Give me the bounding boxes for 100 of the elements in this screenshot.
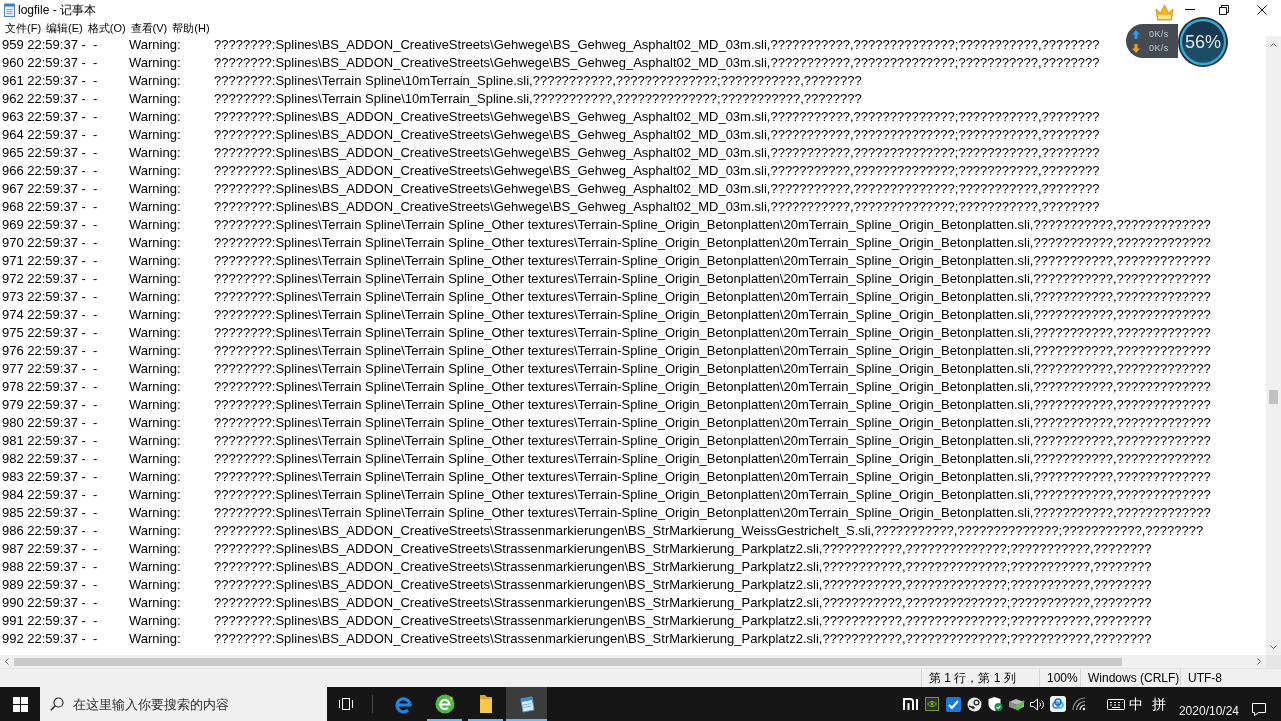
log-prefix: 986 22:59:37 - - (2, 522, 98, 540)
speed-widget[interactable]: 0K/s 0K/s (1126, 24, 1178, 58)
log-message: ????????:Splines\Terrain Spline\Terrain Spline_Other textures\Terrain-Spline_Origin_Betonplatten\20mTerrain_Spline_Origin_Betonplatten.sli,???????????,????????????? (214, 450, 1211, 468)
log-level: Warning: (129, 468, 181, 486)
log-prefix: 983 22:59:37 - - (2, 468, 98, 486)
log-prefix: 972 22:59:37 - - (2, 270, 98, 288)
log-level: Warning: (129, 324, 181, 342)
log-message: ????????:Splines\Terrain Spline\Terrain Spline_Other textures\Terrain-Spline_Origin_Betonplatten\20mTerrain_Spline_Origin_Betonplatten.sli,???????????,????????????? (214, 378, 1211, 396)
log-level: Warning: (129, 576, 181, 594)
log-prefix: 984 22:59:37 - - (2, 486, 98, 504)
chevron-down-icon[interactable] (1270, 644, 1277, 649)
log-prefix: 973 22:59:37 - - (2, 288, 98, 306)
log-level: Warning: (129, 540, 181, 558)
log-level: Warning: (129, 180, 181, 198)
memory-gauge[interactable] (1178, 17, 1228, 67)
log-level: Warning: (129, 612, 181, 630)
log-message: ????????:Splines\Terrain Spline\Terrain Spline_Other textures\Terrain-Spline_Origin_Betonplatten\20mTerrain_Spline_Origin_Betonplatten.sli,???????????,????????????? (214, 270, 1211, 288)
log-level: Warning: (129, 90, 181, 108)
restore-icon (1219, 4, 1229, 15)
input-mode-indicator[interactable]: 中 (1125, 695, 1146, 713)
log-level: Warning: (129, 396, 181, 414)
log-level: Warning: (129, 306, 181, 324)
log-message: ????????:Splines\BS_ADDON_CreativeStreets\Gehwege\BS_Gehweg_Asphalt02_MD_03m.sli,???????????,??????????????;???????????,???????? (214, 180, 1100, 198)
log-message: ????????:Splines\Terrain Spline\Terrain Spline_Other textures\Terrain-Spline_Origin_Betonplatten\20mTerrain_Spline_Origin_Betonplatten.sli,???????????,????????????? (214, 306, 1211, 324)
chevron-up-icon[interactable] (1270, 42, 1277, 47)
log-level: Warning: (129, 270, 181, 288)
log-prefix: 965 22:59:37 - - (2, 144, 98, 162)
log-prefix: 961 22:59:37 - - (2, 72, 98, 90)
log-message: ????????:Splines\Terrain Spline\10mTerrain_Spline.sli,???????????,??????????????;???????????,???????? (214, 90, 862, 108)
log-message: ????????:Splines\BS_ADDON_CreativeStreets\Strassenmarkierungen\BS_StrMarkierung_Parkplatz2.sli,???????????,??????????????;???????????,???????? (214, 540, 1152, 558)
log-level: Warning: (129, 558, 181, 576)
chevron-left-icon[interactable] (5, 658, 9, 665)
log-level: Warning: (129, 54, 181, 72)
close-icon (1257, 4, 1267, 15)
search-bar[interactable]: 在这里输入你要搜索的内容 (40, 687, 327, 721)
log-prefix: 991 22:59:37 - - (2, 612, 98, 630)
horizontal-scrollbar[interactable] (0, 655, 1266, 668)
scrollbar-thumb[interactable] (14, 657, 1122, 666)
log-prefix: 975 22:59:37 - - (2, 324, 98, 342)
log-message: ????????:Splines\Terrain Spline\Terrain Spline_Other textures\Terrain-Spline_Origin_Betonplatten\20mTerrain_Spline_Origin_Betonplatten.sli,???????????,????????????? (214, 396, 1211, 414)
log-level: Warning: (129, 414, 181, 432)
taskbar-app-button[interactable] (506, 687, 547, 721)
log-message: ????????:Splines\BS_ADDON_CreativeStreets\Strassenmarkierungen\BS_StrMarkierung_Parkplatz2.sli,???????????,??????????????;???????????,???????? (214, 630, 1152, 648)
log-message: ????????:Splines\Terrain Spline\Terrain Spline_Other textures\Terrain-Spline_Origin_Betonplatten\20mTerrain_Spline_Origin_Betonplatten.sli,???????????,????????????? (214, 234, 1211, 252)
log-prefix: 974 22:59:37 - - (2, 306, 98, 324)
menu-item[interactable]: 帮助(H) (172, 20, 210, 35)
log-message: ????????:Splines\Terrain Spline\Terrain Spline_Other textures\Terrain-Spline_Origin_Betonplatten\20mTerrain_Spline_Origin_Betonplatten.sli,???????????,????????????? (214, 360, 1211, 378)
log-level: Warning: (129, 198, 181, 216)
log-message: ????????:Splines\Terrain Spline\Terrain Spline_Other textures\Terrain-Spline_Origin_Betonplatten\20mTerrain_Spline_Origin_Betonplatten.sli,???????????,????????????? (214, 252, 1211, 270)
log-message: ????????:Splines\BS_ADDON_CreativeStreets\Gehwege\BS_Gehweg_Asphalt02_MD_03m.sli,???????????,??????????????;???????????,???????? (214, 198, 1100, 216)
log-message: ????????:Splines\Terrain Spline\Terrain Spline_Other textures\Terrain-Spline_Origin_Betonplatten\20mTerrain_Spline_Origin_Betonplatten.sli,???????????,????????????? (214, 216, 1211, 234)
menu-item[interactable]: 编辑(E) (46, 20, 83, 35)
clock-date[interactable]: 2020/10/24 (1178, 704, 1239, 718)
log-message: ????????:Splines\BS_ADDON_CreativeStreets\Gehwege\BS_Gehweg_Asphalt02_MD_03m.sli,???????????,??????????????;???????????,???????? (214, 144, 1100, 162)
log-message: ????????:Splines\BS_ADDON_CreativeStreets\Gehwege\BS_Gehweg_Asphalt02_MD_03m.sli,???????????,??????????????;???????????,???????? (214, 108, 1100, 126)
log-level: Warning: (129, 234, 181, 252)
log-prefix: 962 22:59:37 - - (2, 90, 98, 108)
log-level: Warning: (129, 72, 181, 90)
menu-item[interactable]: 格式(O) (87, 20, 126, 35)
log-message: ????????:Splines\BS_ADDON_CreativeStreets\Gehwege\BS_Gehweg_Asphalt02_MD_03m.sli,???????????,??????????????;???????????,???????? (214, 126, 1100, 144)
search-field[interactable]: 在这里输入你要搜索的内容 (73, 694, 323, 714)
ime-indicator[interactable]: 拼 (1148, 695, 1169, 713)
log-prefix: 959 22:59:37 - - (2, 36, 98, 54)
download-speed: 0K/s (1149, 42, 1169, 54)
log-level: Warning: (129, 360, 181, 378)
log-message: ????????:Splines\Terrain Spline\Terrain Spline_Other textures\Terrain-Spline_Origin_Betonplatten\20mTerrain_Spline_Origin_Betonplatten.sli,???????????,????????????? (214, 468, 1211, 486)
log-prefix: 979 22:59:37 - - (2, 396, 98, 414)
log-prefix: 981 22:59:37 - - (2, 432, 98, 450)
log-prefix: 960 22:59:37 - - (2, 54, 98, 72)
log-level: Warning: (129, 342, 181, 360)
log-prefix: 978 22:59:37 - - (2, 378, 98, 396)
log-level: Warning: (129, 432, 181, 450)
log-message: ????????:Splines\Terrain Spline\Terrain Spline_Other textures\Terrain-Spline_Origin_Betonplatten\20mTerrain_Spline_Origin_Betonplatten.sli,???????????,????????????? (214, 432, 1211, 450)
log-level: Warning: (129, 522, 181, 540)
log-message: ????????:Splines\BS_ADDON_CreativeStreets\Strassenmarkierungen\BS_StrMarkierung_Parkplatz2.sli,???????????,??????????????;???????????,???????? (214, 594, 1152, 612)
vertical-scrollbar[interactable] (1266, 36, 1281, 655)
cloud-app-icon[interactable] (1047, 695, 1069, 713)
log-prefix: 980 22:59:37 - - (2, 414, 98, 432)
log-prefix: 967 22:59:37 - - (2, 180, 98, 198)
log-prefix: 992 22:59:37 - - (2, 630, 98, 648)
chevron-right-icon[interactable] (1257, 658, 1261, 665)
log-message: ????????:Splines\BS_ADDON_CreativeStreets\Gehwege\BS_Gehweg_Asphalt02_MD_03m.sli,???????????,??????????????;???????????,???????? (214, 36, 1100, 54)
log-message: ????????:Splines\Terrain Spline\Terrain Spline_Other textures\Terrain-Spline_Origin_Betonplatten\20mTerrain_Spline_Origin_Betonplatten.sli,???????????,????????????? (214, 504, 1211, 522)
download-arrow-icon (1132, 43, 1140, 53)
log-message: ????????:Splines\Terrain Spline\Terrain Spline_Other textures\Terrain-Spline_Origin_Betonplatten\20mTerrain_Spline_Origin_Betonplatten.sli,???????????,????????????? (214, 486, 1211, 504)
menu-item[interactable]: 文件(F) (5, 20, 42, 35)
log-prefix: 970 22:59:37 - - (2, 234, 98, 252)
log-prefix: 963 22:59:37 - - (2, 108, 98, 126)
log-message: ????????:Splines\BS_ADDON_CreativeStreets\Gehwege\BS_Gehweg_Asphalt02_MD_03m.sli,???????????,??????????????;???????????,???????? (214, 54, 1100, 72)
menu-item[interactable]: 查看(V) (130, 20, 168, 35)
log-message: ????????:Splines\BS_ADDON_CreativeStreets\Gehwege\BS_Gehweg_Asphalt02_MD_03m.sli,???????????,??????????????;???????????,???????? (214, 162, 1100, 180)
notification-icon[interactable] (1251, 700, 1267, 718)
log-level: Warning: (129, 378, 181, 396)
log-message: ????????:Splines\BS_ADDON_CreativeStreets\Strassenmarkierungen\BS_StrMarkierung_WeissGestrichelt_S.sli,???????????,??????????????;???????????,???????? (214, 522, 1204, 540)
log-level: Warning: (129, 108, 181, 126)
scrollbar-thumb[interactable] (1269, 390, 1278, 404)
log-level: Warning: (129, 36, 181, 54)
log-level: Warning: (129, 216, 181, 234)
log-prefix: 964 22:59:37 - - (2, 126, 98, 144)
log-message: ????????:Splines\Terrain Spline\Terrain Spline_Other textures\Terrain-Spline_Origin_Betonplatten\20mTerrain_Spline_Origin_Betonplatten.sli,???????????,????????????? (214, 324, 1211, 342)
